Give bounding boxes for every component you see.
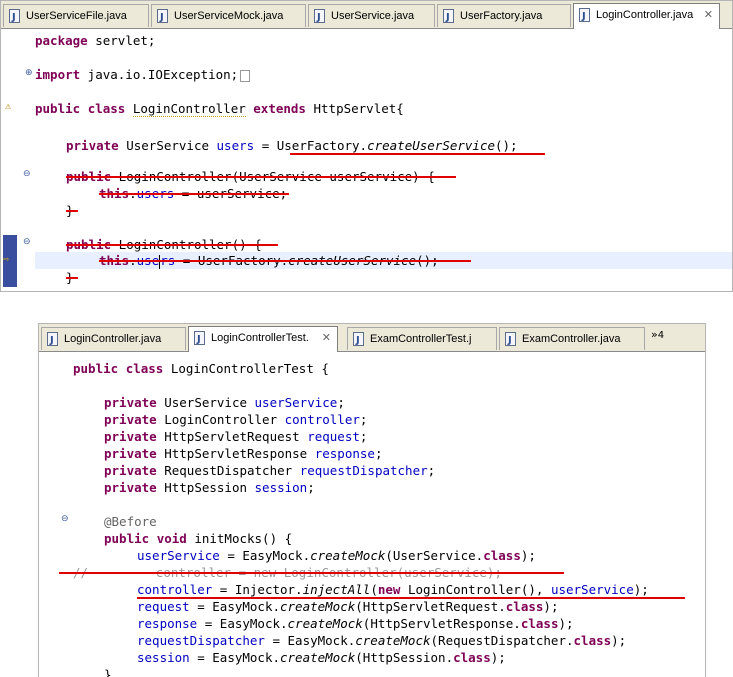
annotation-strikethrough [66, 176, 456, 178]
tab-logincontroller[interactable]: LoginController.java [41, 327, 186, 352]
tab-label: LoginControllerTest. [211, 332, 309, 344]
tab-label: UserFactory.java [460, 10, 543, 22]
tab-examcontroller[interactable]: ExamController.java [499, 327, 645, 352]
code-line: } [104, 667, 112, 677]
collapsed-imports-icon[interactable] [240, 69, 251, 82]
collapse-fold-icon[interactable]: ⊖ [61, 514, 69, 524]
editor-tab-bar: LoginController.java LoginControllerTest… [39, 324, 705, 352]
code-line: @Before [104, 514, 157, 529]
tab-label: ExamControllerTest.j [370, 333, 472, 345]
expand-fold-icon[interactable]: ⊕ [25, 68, 33, 78]
tab-userfactory[interactable]: UserFactory.java [437, 4, 571, 29]
java-file-icon [47, 330, 58, 352]
tab-userservice[interactable]: UserService.java [308, 4, 435, 29]
tab-label: UserService.java [331, 10, 415, 22]
code-line: private LoginController controller; [104, 412, 368, 427]
code-line: private HttpSession session; [104, 480, 315, 495]
code-line: request = EasyMock.createMock(HttpServle… [137, 599, 559, 614]
editor-panel-bottom: LoginController.java LoginControllerTest… [38, 323, 706, 677]
annotation-strikethrough [99, 193, 289, 195]
code-line: private HttpServletRequest request; [104, 429, 368, 444]
annotation-strikethrough [59, 572, 564, 574]
code-line: public void initMocks() { [104, 531, 293, 546]
collapse-fold-icon[interactable]: ⊖ [23, 237, 31, 247]
chevron-right-icon: » [651, 328, 658, 341]
java-file-icon [505, 330, 516, 352]
java-file-icon [314, 7, 325, 29]
code-line: public class LoginControllerTest { [73, 361, 329, 376]
annotation-strikethrough [66, 244, 278, 246]
collapse-fold-icon[interactable]: ⊖ [23, 169, 31, 179]
close-icon[interactable]: ✕ [704, 4, 713, 26]
java-file-icon [194, 329, 205, 351]
editor-tab-bar: UserServiceFile.java UserServiceMock.jav… [1, 1, 732, 29]
tab-userservicemock[interactable]: UserServiceMock.java [151, 4, 306, 29]
code-line: userService = EasyMock.createMock(UserSe… [137, 548, 536, 563]
tab-label: ExamController.java [522, 333, 621, 345]
code-line: controller = Injector.injectAll(new Logi… [137, 582, 649, 597]
java-file-icon [353, 330, 364, 352]
tab-label: UserServiceMock.java [174, 10, 284, 22]
tab-label: LoginController.java [64, 333, 162, 345]
code-line: public class LoginController extends Htt… [35, 101, 404, 117]
annotation-strikethrough [66, 210, 78, 212]
tab-overflow-button[interactable]: »4 [651, 328, 664, 341]
java-file-icon [579, 6, 590, 28]
annotation-strikethrough [99, 260, 471, 262]
code-editor[interactable]: package servlet; ⊕ import java.io.IOExce… [1, 29, 732, 291]
tab-logincontroller[interactable]: LoginController.java ✕ [573, 3, 720, 29]
java-file-icon [9, 7, 20, 29]
instruction-pointer-icon: ⇨ [3, 254, 10, 265]
tab-label: UserServiceFile.java [26, 10, 127, 22]
tab-logincontrollertest[interactable]: LoginControllerTest. ✕ [188, 326, 338, 352]
annotation-underline [290, 153, 545, 155]
java-file-icon [157, 7, 168, 29]
code-line: private UserService userService; [104, 395, 345, 410]
code-line: private RequestDispatcher requestDispatc… [104, 463, 436, 478]
tab-examcontrollertest[interactable]: ExamControllerTest.j [347, 327, 497, 352]
code-line: import java.io.IOException; [35, 66, 251, 83]
code-line: requestDispatcher = EasyMock.createMock(… [137, 633, 627, 648]
tab-userservicefile[interactable]: UserServiceFile.java [3, 4, 149, 29]
code-line: private UserService users = UserFactory.… [66, 138, 518, 153]
tab-label: LoginController.java [596, 9, 694, 21]
editor-panel-top: UserServiceFile.java UserServiceMock.jav… [0, 0, 733, 292]
close-icon[interactable]: ✕ [322, 327, 331, 349]
code-line: session = EasyMock.createMock(HttpSessio… [137, 650, 506, 665]
warning-icon[interactable]: ⚠ [5, 101, 11, 112]
annotation-strikethrough [66, 277, 78, 279]
code-line: private HttpServletResponse response; [104, 446, 383, 461]
code-editor[interactable]: public class LoginControllerTest { priva… [39, 352, 705, 677]
code-line: response = EasyMock.createMock(HttpServl… [137, 616, 574, 631]
code-line: package servlet; [35, 33, 156, 48]
java-file-icon [443, 7, 454, 29]
